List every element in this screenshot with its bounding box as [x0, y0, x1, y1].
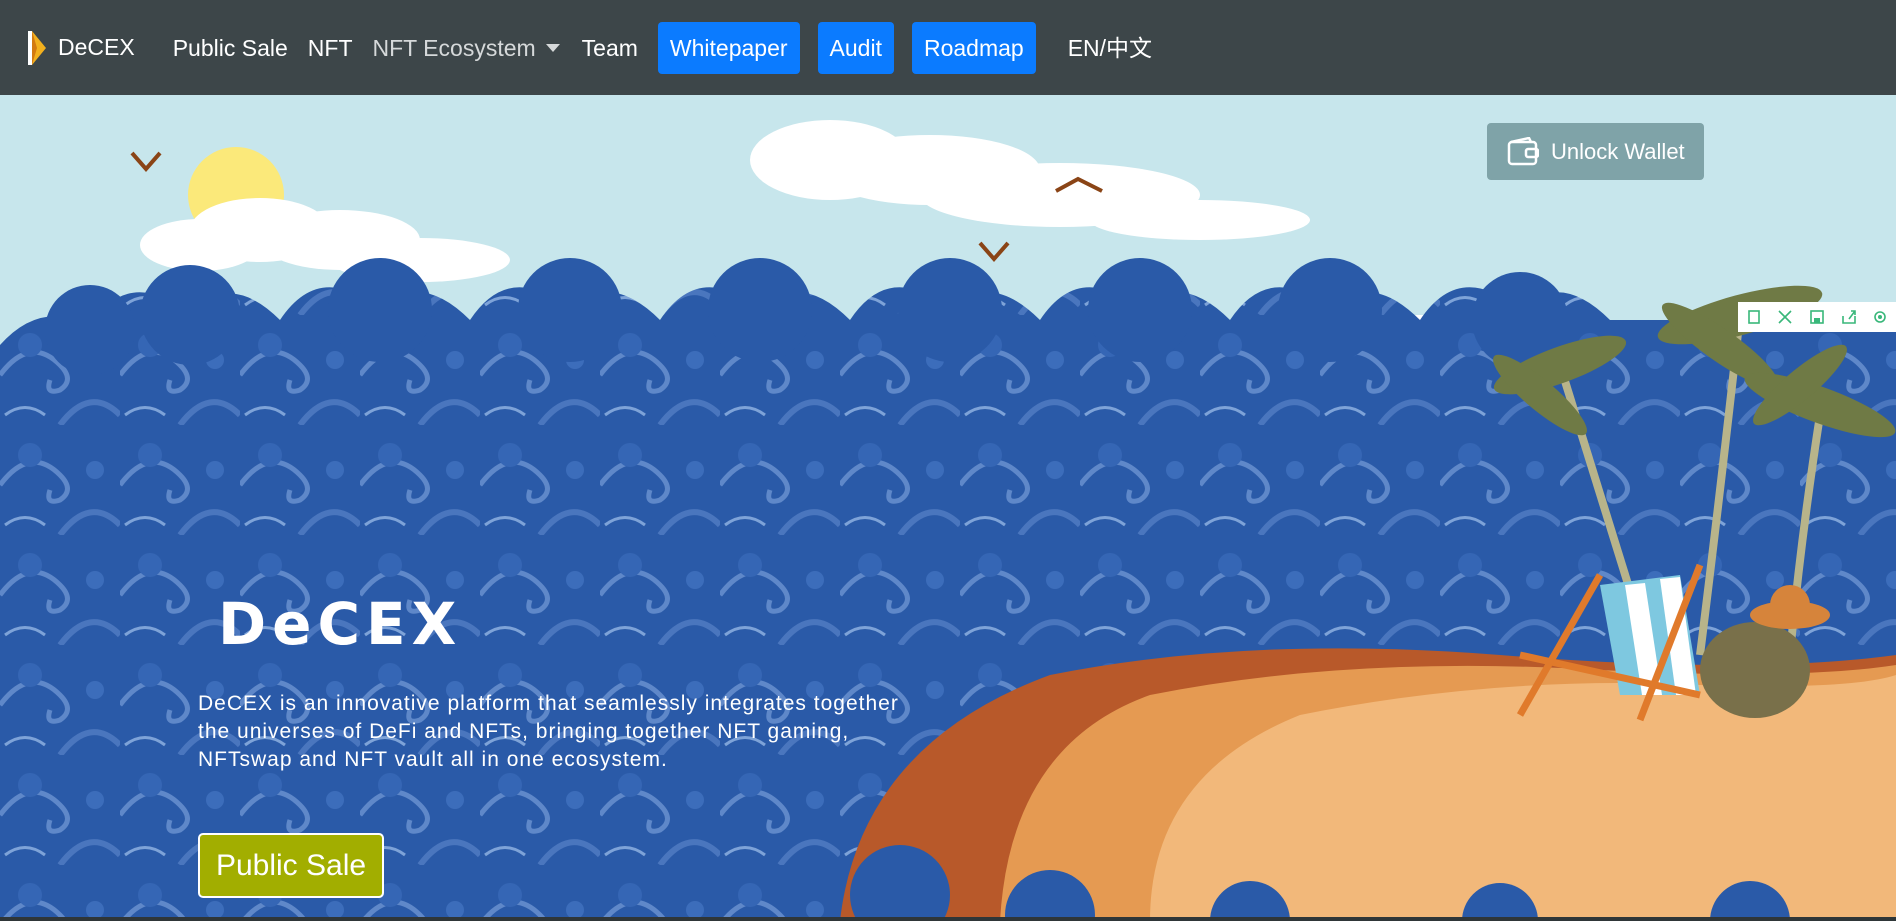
floating-toolbar — [1738, 302, 1896, 332]
wallet-icon — [1507, 136, 1539, 165]
brand[interactable]: DeCEX — [28, 29, 135, 67]
audit-button[interactable]: Audit — [817, 21, 894, 74]
roadmap-button[interactable]: Roadmap — [911, 21, 1036, 74]
public-sale-button[interactable]: Public Sale — [198, 833, 384, 898]
chevron-down-icon — [545, 43, 560, 52]
hero-title: DeCEX — [218, 590, 463, 658]
hero-illustration — [0, 95, 1896, 921]
nav-nft-ecosystem-dropdown[interactable]: NFT Ecosystem — [363, 22, 560, 74]
language-switch[interactable]: EN/中文 — [1058, 22, 1162, 74]
nav-public-sale[interactable]: Public Sale — [163, 22, 298, 74]
hero-section — [0, 95, 1896, 921]
expand-icon[interactable] — [1776, 308, 1794, 326]
share-icon[interactable] — [1840, 308, 1858, 326]
save-icon[interactable] — [1808, 308, 1826, 326]
nav-nft[interactable]: NFT — [298, 22, 363, 74]
nav-nft-ecosystem-label: NFT Ecosystem — [372, 34, 536, 61]
unlock-wallet-label: Unlock Wallet — [1551, 138, 1685, 164]
settings-icon[interactable] — [1871, 308, 1889, 326]
hero-description: DeCEX is an innovative platform that sea… — [198, 692, 899, 771]
fit-icon[interactable] — [1745, 308, 1763, 326]
whitepaper-button[interactable]: Whitepaper — [657, 21, 800, 74]
nav-team[interactable]: Team — [572, 22, 648, 74]
top-navbar: DeCEX Public Sale NFT NFT Ecosystem Team… — [0, 0, 1896, 95]
unlock-wallet-button[interactable]: Unlock Wallet — [1487, 123, 1704, 180]
brand-name: DeCEX — [58, 34, 135, 60]
brand-logo-icon — [28, 30, 46, 65]
bottom-border — [0, 917, 1896, 921]
